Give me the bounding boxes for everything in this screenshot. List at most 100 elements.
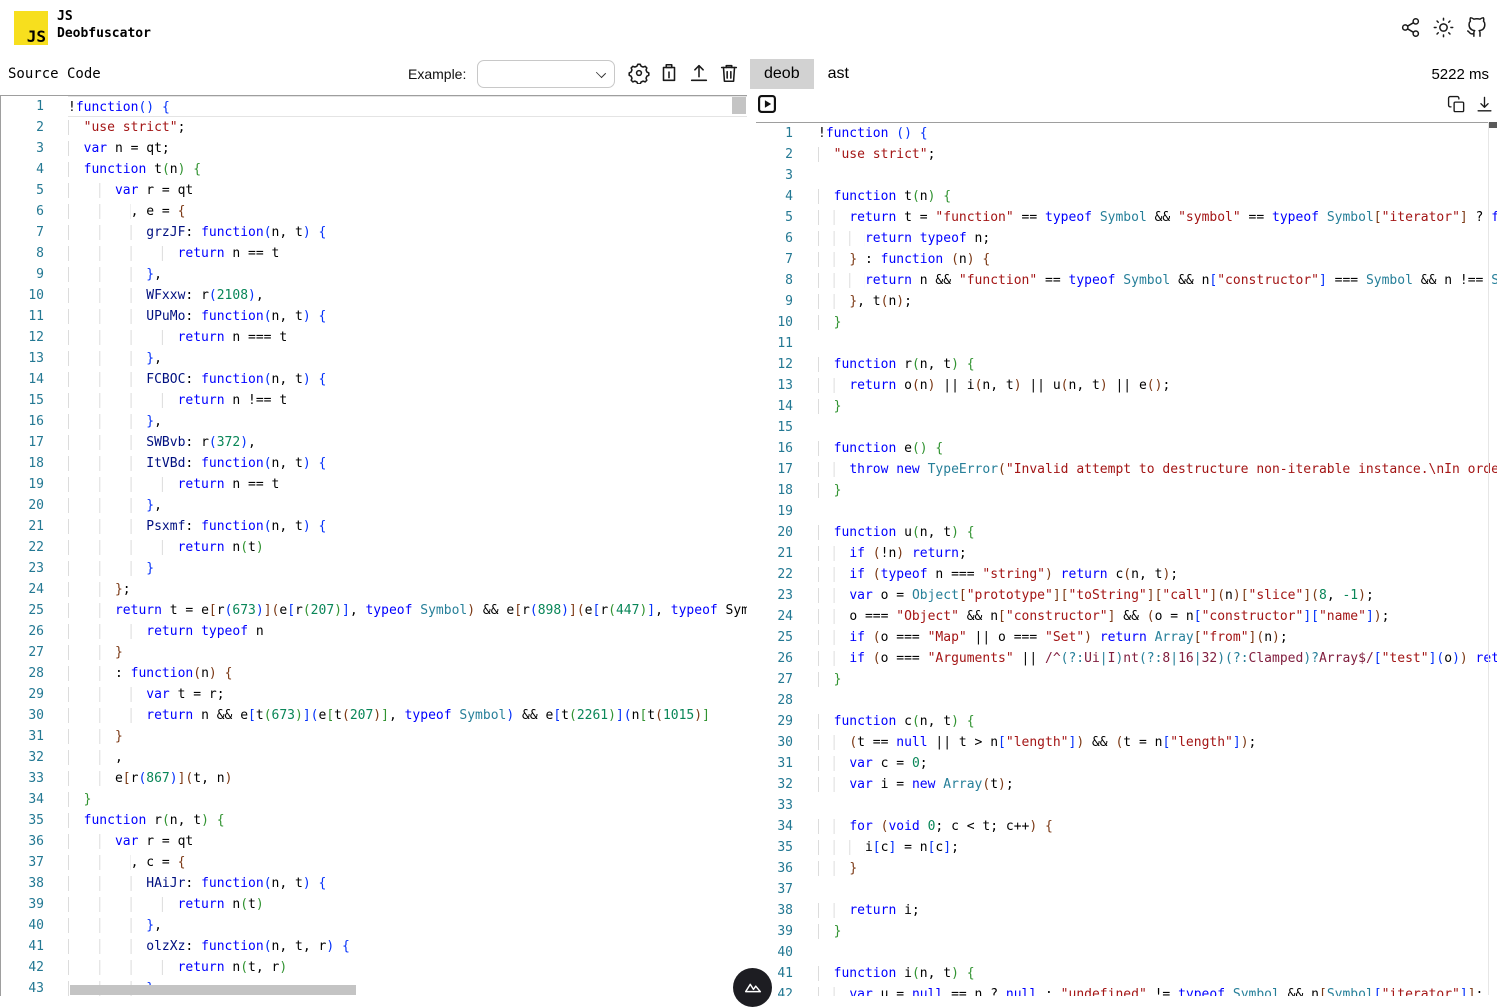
code-line[interactable]: }, (68, 915, 747, 936)
code-line[interactable]: function r(n, t) { (818, 354, 1497, 375)
code-line[interactable] (818, 417, 1497, 438)
code-line[interactable]: UPuMo: function(n, t) { (68, 306, 747, 327)
share-icon[interactable] (1400, 17, 1421, 38)
code-line[interactable] (818, 333, 1497, 354)
output-code-area[interactable]: !function () { "use strict"; function t(… (793, 123, 1497, 996)
settings-gear-icon[interactable] (628, 62, 650, 84)
code-line[interactable]: for (void 0; c < t; c++) { (818, 816, 1497, 837)
code-line[interactable] (818, 879, 1497, 900)
code-line[interactable]: : function(n) { (68, 663, 747, 684)
code-line[interactable]: return n && "function" == typeof Symbol … (818, 270, 1497, 291)
code-line[interactable]: "use strict"; (818, 144, 1497, 165)
code-line[interactable]: return o(n) || i(n, t) || u(n, t) || e()… (818, 375, 1497, 396)
code-line[interactable] (818, 795, 1497, 816)
code-line[interactable]: } (818, 921, 1497, 942)
code-line[interactable]: }, (68, 264, 747, 285)
source-editor[interactable]: 1234567891011121314151617181920212223242… (0, 95, 747, 996)
code-line[interactable]: , c = { (68, 852, 747, 873)
output-editor[interactable]: 1234567891011121314151617181920212223242… (756, 122, 1497, 996)
code-line[interactable]: if (o === "Map" || o === "Set") return A… (818, 627, 1497, 648)
code-line[interactable]: function u(n, t) { (818, 522, 1497, 543)
output-scrollbar-track[interactable] (1488, 122, 1489, 995)
code-line[interactable]: if (!n) return; (818, 543, 1497, 564)
code-line[interactable]: "use strict"; (68, 117, 747, 138)
code-line[interactable]: }, (68, 411, 747, 432)
upload-icon[interactable] (688, 62, 710, 84)
code-line[interactable]: , e = { (68, 201, 747, 222)
code-line[interactable]: return t = e[r(673)](e[r(207)], typeof S… (68, 600, 747, 621)
code-line[interactable]: function t(n) { (68, 159, 747, 180)
code-line[interactable]: } (68, 642, 747, 663)
code-line[interactable]: return n && e[t(673)](e[t(207)], typeof … (68, 705, 747, 726)
code-line[interactable]: return n === t (68, 327, 747, 348)
run-button[interactable] (757, 94, 777, 114)
copy-icon[interactable] (1447, 95, 1466, 114)
code-line[interactable]: } (818, 396, 1497, 417)
tab-deob[interactable]: deob (750, 59, 814, 89)
code-line[interactable]: var r = qt (68, 180, 747, 201)
code-line[interactable]: } (818, 858, 1497, 879)
code-line[interactable]: FCBOC: function(n, t) { (68, 369, 747, 390)
code-line[interactable]: throw new TypeError("Invalid attempt to … (818, 459, 1497, 480)
code-line[interactable] (818, 501, 1497, 522)
code-line[interactable]: function e() { (818, 438, 1497, 459)
code-line[interactable]: olzXz: function(n, t, r) { (68, 936, 747, 957)
code-line[interactable]: }; (68, 579, 747, 600)
github-icon[interactable] (1466, 17, 1487, 38)
source-code-area[interactable]: !function() { "use strict"; var n = qt; … (44, 96, 747, 996)
trash-icon[interactable] (718, 62, 740, 84)
code-line[interactable]: return typeof n (68, 621, 747, 642)
code-line[interactable]: }, (68, 495, 747, 516)
code-line[interactable]: grzJF: function(n, t) { (68, 222, 747, 243)
code-line[interactable]: return n(t) (68, 894, 747, 915)
code-line[interactable]: !function () { (818, 123, 1497, 144)
code-line[interactable]: return n == t (68, 243, 747, 264)
code-line[interactable]: if (typeof n === "string") return c(n, t… (818, 564, 1497, 585)
code-line[interactable]: } (818, 312, 1497, 333)
floating-widget-button[interactable] (733, 968, 772, 1007)
code-line[interactable]: } (68, 726, 747, 747)
code-line[interactable]: return n(t, r) (68, 957, 747, 978)
example-select[interactable] (477, 60, 615, 88)
code-line[interactable]: HAiJr: function(n, t) { (68, 873, 747, 894)
code-line[interactable]: i[c] = n[c]; (818, 837, 1497, 858)
code-line[interactable]: var u = null == n ? null : "undefined" !… (818, 984, 1497, 996)
code-line[interactable]: return n == t (68, 474, 747, 495)
code-line[interactable]: if (o === "Arguments" || /^(?:Ui|I)nt(?:… (818, 648, 1497, 669)
code-line[interactable]: function c(n, t) { (818, 711, 1497, 732)
output-vertical-scrollbar[interactable] (1489, 122, 1497, 128)
code-line[interactable]: var r = qt (68, 831, 747, 852)
code-line[interactable]: } (68, 789, 747, 810)
code-line[interactable]: WFxxw: r(2108), (68, 285, 747, 306)
code-line[interactable]: var o = Object["prototype"]["toString"][… (818, 585, 1497, 606)
code-line[interactable]: var n = qt; (68, 138, 747, 159)
code-line[interactable]: var t = r; (68, 684, 747, 705)
code-line[interactable]: function t(n) { (818, 186, 1497, 207)
code-line[interactable]: }, (68, 348, 747, 369)
code-line[interactable] (818, 942, 1497, 963)
code-line[interactable]: e[r(867)](t, n) (68, 768, 747, 789)
code-line[interactable]: (t == null || t > n["length"]) && (t = n… (818, 732, 1497, 753)
code-line[interactable]: } (818, 669, 1497, 690)
code-line[interactable] (818, 690, 1497, 711)
theme-sun-icon[interactable] (1433, 17, 1454, 38)
code-line[interactable]: } : function (n) { (818, 249, 1497, 270)
source-horizontal-scrollbar[interactable] (70, 985, 356, 995)
code-line[interactable]: return n !== t (68, 390, 747, 411)
code-line[interactable]: , (68, 747, 747, 768)
code-line[interactable]: } (68, 558, 747, 579)
code-line[interactable]: var c = 0; (818, 753, 1497, 774)
source-vertical-scrollbar[interactable] (732, 97, 746, 114)
code-line[interactable]: Psxmf: function(n, t) { (68, 516, 747, 537)
code-line[interactable]: } (818, 480, 1497, 501)
code-line[interactable]: ItVBd: function(n, t) { (68, 453, 747, 474)
code-line[interactable]: SWBvb: r(372), (68, 432, 747, 453)
code-line[interactable]: !function() { (68, 96, 747, 117)
paste-icon[interactable] (658, 62, 680, 84)
tab-ast[interactable]: ast (814, 59, 863, 89)
code-line[interactable]: return n(t) (68, 537, 747, 558)
code-line[interactable]: function r(n, t) { (68, 810, 747, 831)
code-line[interactable]: }, t(n); (818, 291, 1497, 312)
download-icon[interactable] (1475, 95, 1494, 114)
code-line[interactable]: function i(n, t) { (818, 963, 1497, 984)
